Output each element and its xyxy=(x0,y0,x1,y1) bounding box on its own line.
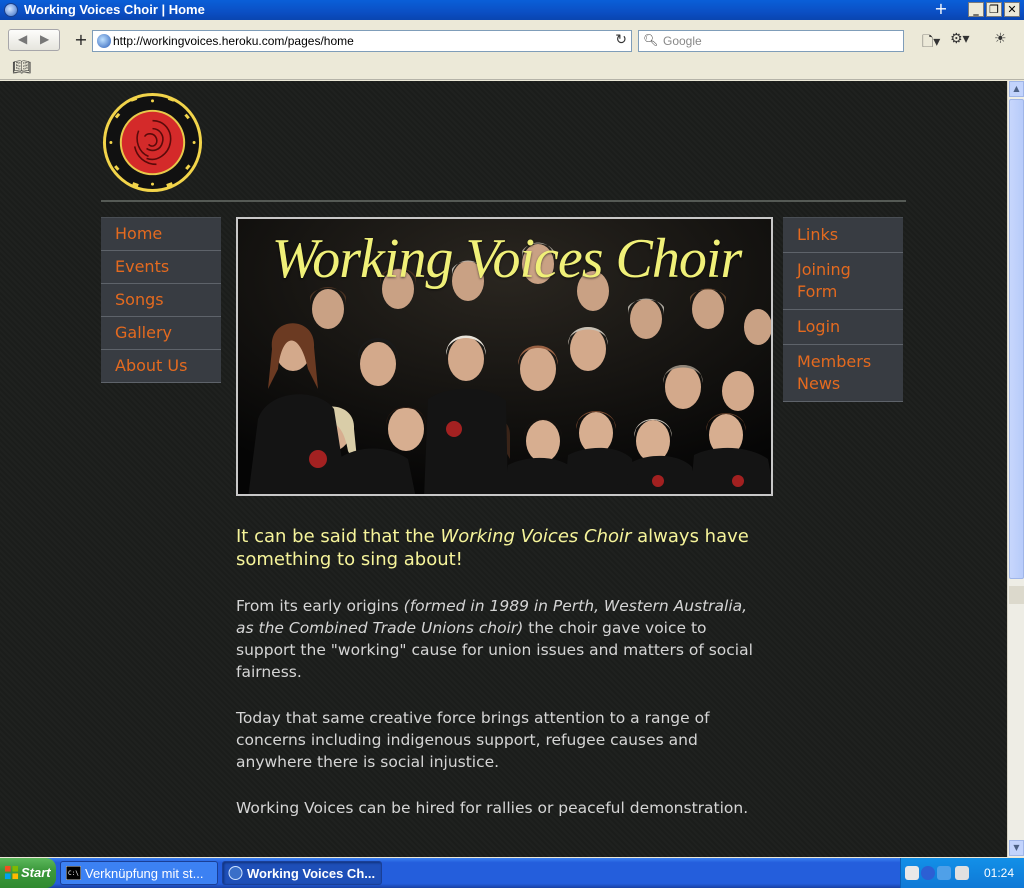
browser-icon xyxy=(228,866,243,880)
taskbar-item-label: Working Voices Ch... xyxy=(247,866,376,881)
url-input[interactable] xyxy=(113,32,603,50)
search-box: 🔍︎ xyxy=(638,30,904,52)
window-titlebar: Working Voices Choir | Home + _ ❐ ✕ xyxy=(0,0,1024,20)
vertical-scrollbar[interactable]: ▲ ▼ xyxy=(1007,81,1024,857)
lead-choir-name: Working Voices Choir xyxy=(440,526,632,547)
add-bookmark-button[interactable]: + xyxy=(71,30,91,50)
scrollbar-track-mark xyxy=(1009,586,1024,604)
nav-about-us[interactable]: About Us xyxy=(101,350,221,383)
scrollbar-thumb[interactable] xyxy=(1009,99,1024,579)
navigation-toolbar: ◀ ▶ + ↻ 🔍︎ 🗋▾ ⚙▾ ☀ xyxy=(0,20,1024,56)
globe-icon xyxy=(97,34,111,48)
windows-taskbar: Start C:\ Verknüpfung mit st... Working … xyxy=(0,858,1024,888)
system-tray: 01:24 xyxy=(900,858,1024,888)
bug-icon[interactable]: ☀ xyxy=(994,31,1007,47)
taskbar-item-shortcut[interactable]: C:\ Verknüpfung mit st... xyxy=(60,861,218,885)
display-icon[interactable] xyxy=(955,866,969,880)
right-navigation: Links Joining Form Login Members News xyxy=(783,217,903,402)
bookmarks-bar: 📖︎ xyxy=(0,56,1024,80)
header-divider xyxy=(101,200,906,202)
nav-gallery[interactable]: Gallery xyxy=(101,317,221,350)
scroll-down-arrow-icon[interactable]: ▼ xyxy=(1009,840,1024,856)
search-icon: 🔍︎ xyxy=(643,33,659,47)
hire-paragraph: Working Voices can be hired for rallies … xyxy=(236,799,749,817)
svg-text:C:\: C:\ xyxy=(68,870,79,877)
origins-text-1: From its early origins xyxy=(236,597,404,615)
start-button[interactable]: Start xyxy=(0,858,56,888)
scroll-up-arrow-icon[interactable]: ▲ xyxy=(1009,81,1024,97)
console-icon: C:\ xyxy=(66,866,81,880)
address-bar: ↻ xyxy=(92,30,632,52)
new-tab-button[interactable]: + xyxy=(930,0,952,18)
nav-songs[interactable]: Songs xyxy=(101,284,221,317)
hero-banner-image: Working Voices Choir xyxy=(236,217,773,496)
reload-icon[interactable]: ↻ xyxy=(615,32,627,48)
left-navigation: Home Events Songs Gallery About Us xyxy=(101,217,221,383)
info-icon[interactable] xyxy=(905,866,919,880)
back-forward-buttons: ◀ ▶ xyxy=(8,29,60,51)
start-label: Start xyxy=(21,865,51,880)
windows-flag-icon xyxy=(4,865,19,880)
lead-paragraph: It can be said that the Working Voices C… xyxy=(236,525,766,571)
maximize-button[interactable]: ❐ xyxy=(986,2,1002,17)
volume-icon[interactable] xyxy=(937,866,951,880)
page-viewport: Home Events Songs Gallery About Us Worki… xyxy=(0,81,1007,857)
taskbar-item-label: Verknüpfung mit st... xyxy=(85,866,204,881)
minimize-button[interactable]: _ xyxy=(968,2,984,17)
lead-text-1: It can be said that the xyxy=(236,526,441,547)
nav-home[interactable]: Home xyxy=(101,218,221,251)
close-button[interactable]: ✕ xyxy=(1004,2,1020,17)
nav-login[interactable]: Login xyxy=(783,310,903,345)
gear-icon[interactable]: ⚙▾ xyxy=(950,31,970,47)
origins-paragraph: From its early origins (formed in 1989 i… xyxy=(236,595,766,683)
window-title: Working Voices Choir | Home xyxy=(24,2,205,17)
network-icon[interactable] xyxy=(921,866,935,880)
main-content: It can be said that the Working Voices C… xyxy=(236,525,766,843)
nav-joining-form[interactable]: Joining Form xyxy=(783,253,903,310)
rose-seal-logo[interactable] xyxy=(101,91,204,194)
forward-arrow-icon[interactable]: ▶ xyxy=(40,32,49,46)
clock: 01:24 xyxy=(983,866,1014,880)
nav-members-news[interactable]: Members News xyxy=(783,345,903,402)
hero-title: Working Voices Choir xyxy=(271,228,742,290)
nav-events[interactable]: Events xyxy=(101,251,221,284)
today-paragraph: Today that same creative force brings at… xyxy=(236,709,710,771)
taskbar-item-browser[interactable]: Working Voices Ch... xyxy=(222,861,382,885)
page-menu-icon[interactable]: 🗋▾ xyxy=(922,31,940,55)
search-input[interactable] xyxy=(663,32,899,50)
book-icon[interactable]: 📖︎ xyxy=(12,58,31,76)
nav-links[interactable]: Links xyxy=(783,218,903,253)
browser-app-icon xyxy=(4,3,18,17)
back-arrow-icon[interactable]: ◀ xyxy=(18,32,27,46)
